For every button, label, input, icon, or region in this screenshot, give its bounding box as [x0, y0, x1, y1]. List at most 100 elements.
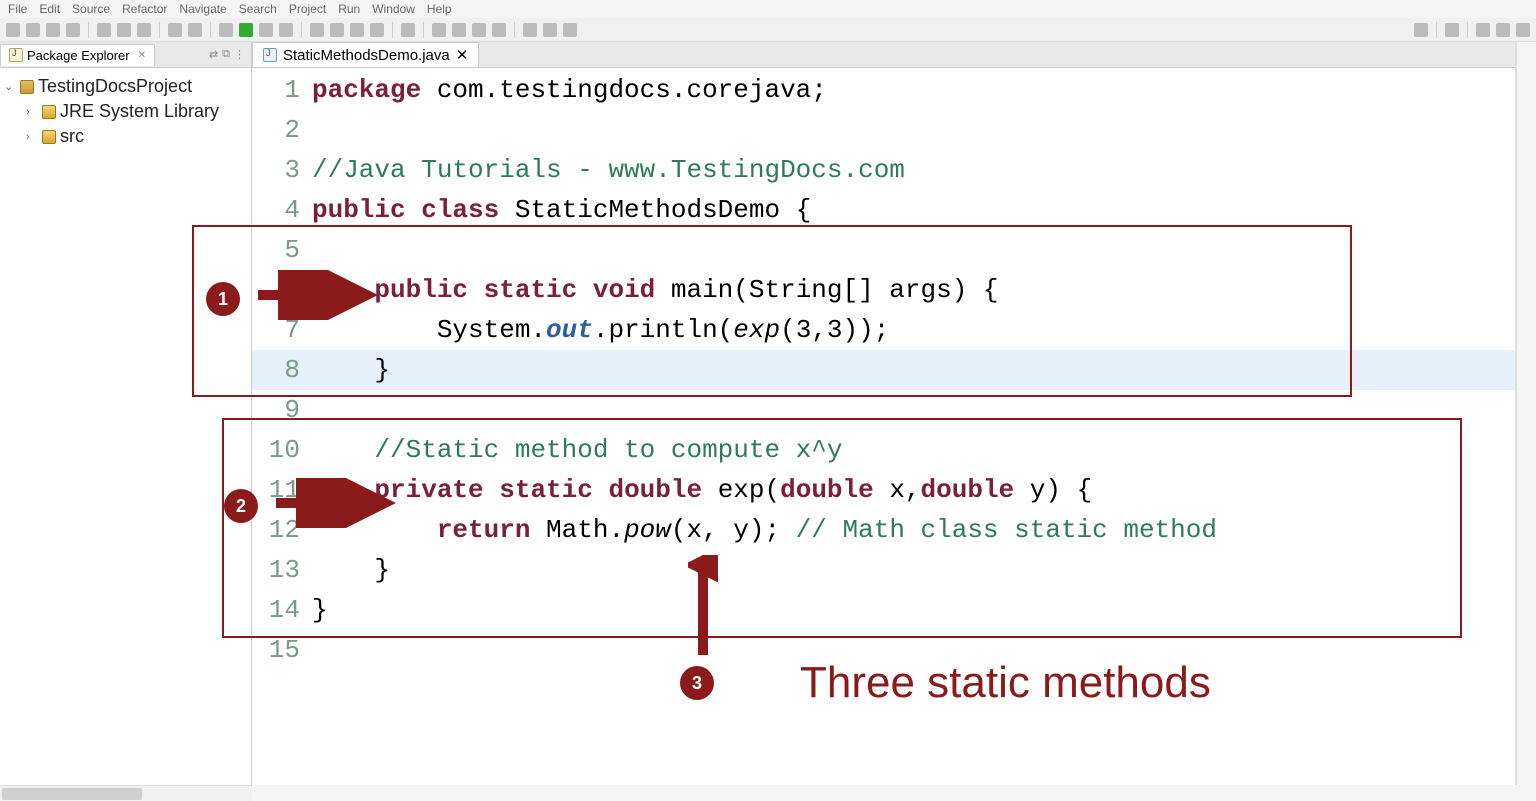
code-line[interactable]: 2 [252, 110, 1515, 150]
line-number: 2 [252, 110, 312, 150]
toolbar-icon[interactable] [523, 23, 537, 37]
menu-icon[interactable]: ⋮ [234, 48, 245, 61]
run-icon[interactable] [239, 23, 253, 37]
package-explorer-view: Package Explorer ✕ ⇄ ⧉ ⋮ ⌄ TestingDocsPr… [0, 42, 252, 785]
line-number: 10 [252, 430, 312, 470]
project-tree: ⌄ TestingDocsProject › JRE System Librar… [0, 68, 251, 155]
menu-source[interactable]: Source [72, 2, 110, 16]
code-line[interactable]: 10 //Static method to compute x^y [252, 430, 1515, 470]
horizontal-scrollbar[interactable] [0, 785, 252, 801]
code-text: System.out.println(exp(3,3)); [312, 310, 1515, 350]
code-line[interactable]: 14} [252, 590, 1515, 630]
code-text: return Math.pow(x, y); // Math class sta… [312, 510, 1515, 550]
main-toolbar [0, 18, 1536, 42]
expand-icon[interactable]: ⌄ [4, 80, 16, 93]
project-icon [20, 80, 34, 94]
code-line[interactable]: 5 [252, 230, 1515, 270]
code-text [312, 390, 1515, 430]
toolbar-icon[interactable] [1445, 23, 1459, 37]
annotation-badge-2: 2 [224, 489, 258, 523]
search-icon[interactable] [1414, 23, 1428, 37]
code-line[interactable]: 9 [252, 390, 1515, 430]
toolbar-icon[interactable] [6, 23, 20, 37]
menu-run[interactable]: Run [338, 2, 360, 16]
menu-refactor[interactable]: Refactor [122, 2, 167, 16]
toolbar-icon[interactable] [350, 23, 364, 37]
toolbar-icon[interactable] [452, 23, 466, 37]
editor-tab[interactable]: StaticMethodsDemo.java ✕ [252, 42, 479, 67]
line-number: 1 [252, 70, 312, 110]
toolbar-icon[interactable] [259, 23, 273, 37]
toolbar-icon[interactable] [46, 23, 60, 37]
jre-node[interactable]: › JRE System Library [4, 99, 247, 124]
toolbar-icon[interactable] [432, 23, 446, 37]
code-text [312, 230, 1515, 270]
separator [514, 22, 515, 38]
toolbar-icon[interactable] [137, 23, 151, 37]
toolbar-icon[interactable] [97, 23, 111, 37]
toolbar-icon[interactable] [563, 23, 577, 37]
toolbar-icon[interactable] [117, 23, 131, 37]
editor-tab-label: StaticMethodsDemo.java [283, 47, 450, 64]
perspective-icon[interactable] [1516, 23, 1530, 37]
toolbar-icon[interactable] [279, 23, 293, 37]
code-line[interactable]: 7 System.out.println(exp(3,3)); [252, 310, 1515, 350]
toolbar-icon[interactable] [219, 23, 233, 37]
perspective-icon[interactable] [1476, 23, 1490, 37]
code-line[interactable]: 1package com.testingdocs.corejava; [252, 70, 1515, 110]
code-line[interactable]: 13 } [252, 550, 1515, 590]
toolbar-icon[interactable] [330, 23, 344, 37]
code-line[interactable]: 11 private static double exp(double x,do… [252, 470, 1515, 510]
toolbar-icon[interactable] [472, 23, 486, 37]
separator [159, 22, 160, 38]
toolbar-icon[interactable] [26, 23, 40, 37]
toolbar-icon[interactable] [310, 23, 324, 37]
code-text: public static void main(String[] args) { [312, 270, 1515, 310]
toolbar-icon[interactable] [492, 23, 506, 37]
code-line[interactable]: 8 } [252, 350, 1515, 390]
expand-icon[interactable]: › [26, 131, 38, 143]
toolbar-icon[interactable] [168, 23, 182, 37]
toolbar-icon[interactable] [188, 23, 202, 37]
code-line[interactable]: 3//Java Tutorials - www.TestingDocs.com [252, 150, 1515, 190]
menu-file[interactable]: File [8, 2, 27, 16]
menu-edit[interactable]: Edit [39, 2, 60, 16]
separator [301, 22, 302, 38]
menu-project[interactable]: Project [289, 2, 326, 16]
expand-icon[interactable]: › [26, 106, 38, 118]
source-folder-icon [42, 130, 56, 144]
close-icon[interactable]: ✕ [138, 50, 146, 61]
code-line[interactable]: 6 public static void main(String[] args)… [252, 270, 1515, 310]
annotation-arrow-3 [688, 555, 718, 668]
line-number: 9 [252, 390, 312, 430]
line-number: 15 [252, 630, 312, 670]
perspective-icon[interactable] [1496, 23, 1510, 37]
code-text: public class StaticMethodsDemo { [312, 190, 1515, 230]
project-node[interactable]: ⌄ TestingDocsProject [4, 74, 247, 99]
line-number: 14 [252, 590, 312, 630]
src-node[interactable]: › src [4, 124, 247, 149]
menu-search[interactable]: Search [239, 2, 277, 16]
code-editor[interactable]: 1package com.testingdocs.corejava;2 3//J… [252, 68, 1515, 670]
menu-help[interactable]: Help [427, 2, 452, 16]
collapse-icon[interactable]: ⇄ [209, 48, 218, 61]
code-line[interactable]: 12 return Math.pow(x, y); // Math class … [252, 510, 1515, 550]
separator [392, 22, 393, 38]
menubar: File Edit Source Refactor Navigate Search Proj… [0, 0, 1536, 18]
menu-navigate[interactable]: Navigate [179, 2, 226, 16]
toolbar-icon[interactable] [66, 23, 80, 37]
toolbar-icon[interactable] [543, 23, 557, 37]
code-line[interactable]: 4public class StaticMethodsDemo { [252, 190, 1515, 230]
separator [1436, 22, 1437, 38]
package-explorer-title: Package Explorer [27, 48, 130, 63]
package-explorer-tab[interactable]: Package Explorer ✕ [0, 44, 155, 66]
toolbar-icon[interactable] [401, 23, 415, 37]
code-text [312, 110, 1515, 150]
code-text: } [312, 550, 1515, 590]
view-toolbar: ⇄ ⧉ ⋮ [209, 48, 251, 61]
link-icon[interactable]: ⧉ [222, 48, 230, 61]
menu-window[interactable]: Window [372, 2, 415, 16]
line-number: 4 [252, 190, 312, 230]
close-icon[interactable]: ✕ [456, 46, 469, 64]
toolbar-icon[interactable] [370, 23, 384, 37]
